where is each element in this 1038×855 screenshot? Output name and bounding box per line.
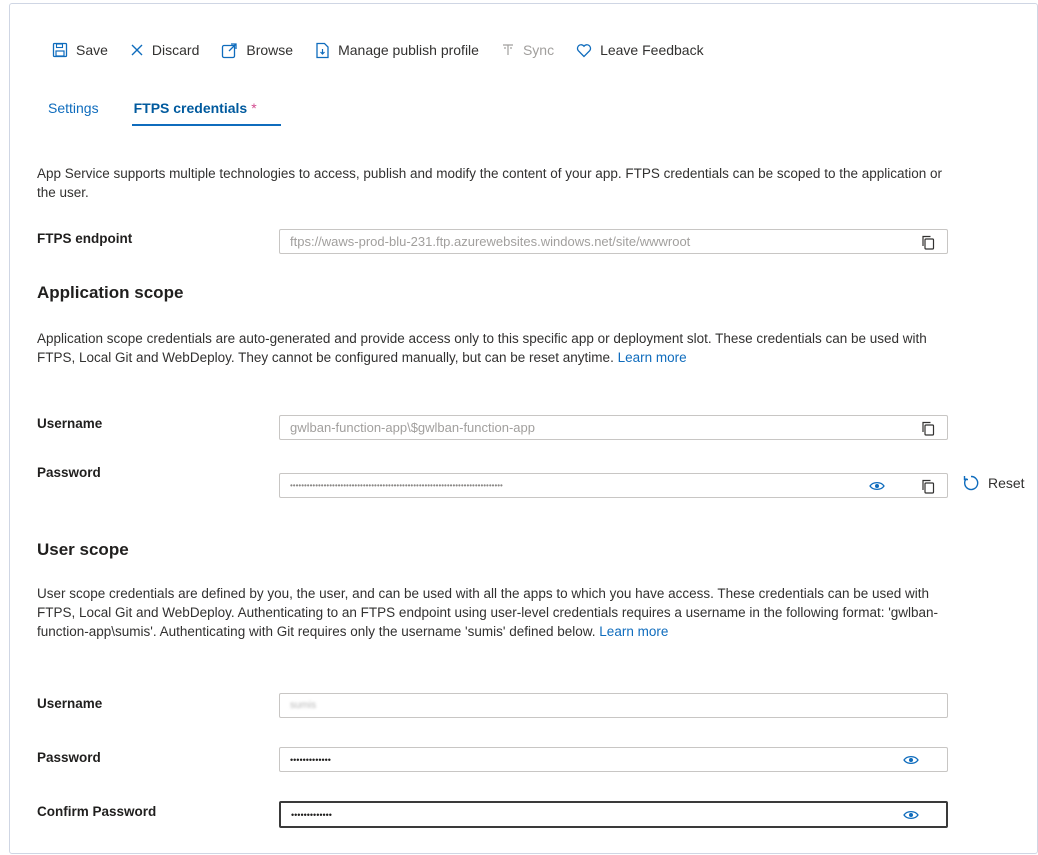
user-password-input[interactable]: •••••••••••••	[279, 747, 948, 772]
tab-strip: Settings FTPS credentials *	[48, 100, 292, 116]
user-scope-heading: User scope	[37, 540, 129, 559]
tab-settings[interactable]: Settings	[48, 100, 99, 116]
sync-button[interactable]: Sync	[501, 42, 554, 58]
sync-icon	[502, 44, 513, 55]
application-scope-learn-more-link[interactable]: Learn more	[618, 350, 687, 365]
modified-indicator: *	[251, 100, 257, 116]
browse-label: Browse	[246, 42, 294, 58]
user-password-label: Password	[37, 750, 101, 765]
leave-feedback-button[interactable]: Leave Feedback	[576, 42, 704, 58]
application-scope-description: Application scope credentials are auto-g…	[37, 331, 927, 365]
eye-icon[interactable]	[903, 755, 919, 765]
user-username-label: Username	[37, 696, 103, 711]
save-label: Save	[76, 42, 108, 58]
app-password-value: ••••••••••••••••••••••••••••••••••••••••…	[290, 481, 503, 490]
eye-icon[interactable]	[903, 810, 919, 820]
discard-label: Discard	[151, 42, 200, 58]
command-bar: Save Discard Browse Manage publish profi…	[52, 38, 726, 62]
app-username-field: gwlban-function-app\$gwlban-function-app	[279, 415, 948, 440]
app-username-label: Username	[37, 416, 103, 431]
app-username-value: gwlban-function-app\$gwlban-function-app	[290, 420, 535, 435]
application-scope-heading: Application scope	[37, 283, 184, 302]
ftps-endpoint-value: ftps://waws-prod-blu-231.ftp.azurewebsit…	[290, 234, 691, 249]
copy-icon[interactable]	[921, 421, 935, 436]
copy-icon[interactable]	[921, 479, 935, 494]
leave-feedback-label: Leave Feedback	[600, 42, 704, 58]
tab-ftps-credentials[interactable]: FTPS credentials *	[134, 100, 257, 116]
feedback-icon	[576, 43, 592, 57]
manage-publish-profile-label: Manage publish profile	[338, 42, 479, 58]
app-password-label: Password	[37, 465, 101, 480]
reset-button[interactable]: Reset	[962, 474, 1025, 492]
ftps-endpoint-field: ftps://waws-prod-blu-231.ftp.azurewebsit…	[279, 229, 948, 254]
eye-icon[interactable]	[869, 481, 885, 491]
user-password-value: •••••••••••••	[290, 754, 331, 765]
save-icon	[52, 42, 68, 58]
reset-label: Reset	[988, 475, 1025, 491]
browse-button[interactable]: Browse	[221, 42, 293, 59]
manage-publish-profile-button[interactable]: Manage publish profile	[315, 42, 479, 59]
user-username-value: sumis	[290, 700, 317, 711]
save-button[interactable]: Save	[52, 42, 108, 58]
copy-icon[interactable]	[921, 235, 935, 250]
user-scope-learn-more-link[interactable]: Learn more	[599, 624, 668, 639]
app-password-field: ••••••••••••••••••••••••••••••••••••••••…	[279, 473, 948, 498]
intro-text: App Service supports multiple technologi…	[37, 166, 943, 200]
active-tab-underline	[132, 124, 281, 126]
confirm-password-value: •••••••••••••	[291, 809, 332, 820]
confirm-password-label: Confirm Password	[37, 804, 157, 819]
reset-icon	[963, 475, 979, 491]
ftps-endpoint-label: FTPS endpoint	[37, 231, 133, 246]
browse-icon	[222, 42, 238, 58]
discard-button[interactable]: Discard	[130, 42, 199, 58]
user-username-input[interactable]: sumis	[279, 693, 948, 718]
publish-profile-icon	[316, 42, 329, 58]
discard-icon	[131, 44, 143, 56]
sync-label: Sync	[522, 42, 555, 58]
confirm-password-input[interactable]: •••••••••••••	[279, 801, 948, 828]
user-scope-description: User scope credentials are defined by yo…	[37, 586, 939, 639]
